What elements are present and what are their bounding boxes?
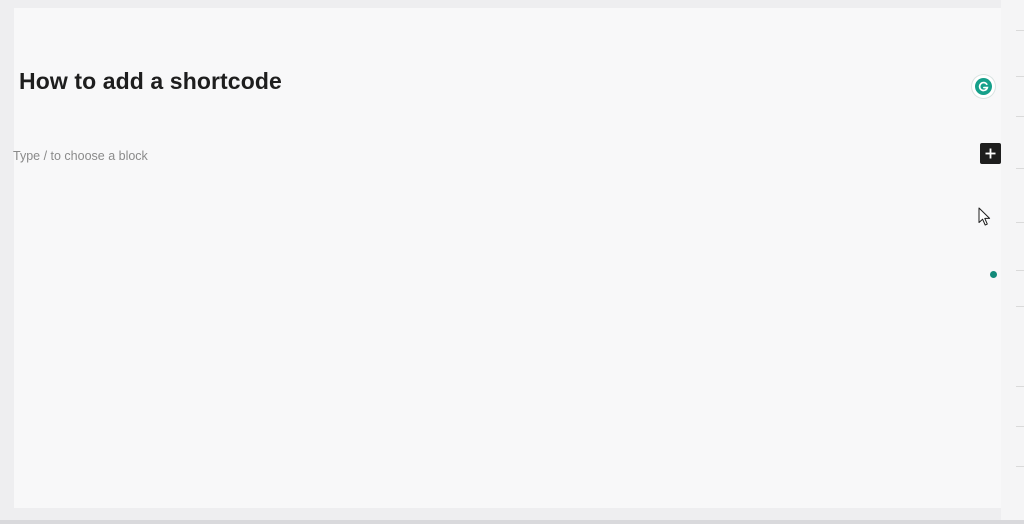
status-dot-icon bbox=[990, 271, 997, 278]
mouse-pointer-icon bbox=[978, 207, 991, 226]
sidebar-divider bbox=[1016, 222, 1024, 223]
sidebar-divider bbox=[1016, 168, 1024, 169]
sidebar-divider bbox=[1016, 386, 1024, 387]
sidebar-divider bbox=[1016, 306, 1024, 307]
sidebar-divider bbox=[1016, 466, 1024, 467]
sidebar-divider bbox=[1016, 30, 1024, 31]
add-block-button[interactable] bbox=[980, 143, 1001, 164]
block-placeholder[interactable]: Type / to choose a block bbox=[13, 149, 148, 163]
grammarly-g-glyph bbox=[978, 81, 989, 92]
grammarly-button[interactable] bbox=[972, 75, 995, 98]
sidebar-divider bbox=[1016, 426, 1024, 427]
bottom-scrollbar[interactable] bbox=[0, 520, 1024, 524]
sidebar-divider bbox=[1016, 76, 1024, 77]
grammarly-icon bbox=[975, 78, 992, 95]
sidebar-divider bbox=[1016, 116, 1024, 117]
editor-window: How to add a shortcode Type / to choose … bbox=[0, 0, 1024, 524]
right-sidebar-edge bbox=[1001, 0, 1024, 524]
post-title[interactable]: How to add a shortcode bbox=[19, 68, 282, 95]
plus-icon bbox=[985, 148, 996, 159]
sidebar-divider bbox=[1016, 270, 1024, 271]
